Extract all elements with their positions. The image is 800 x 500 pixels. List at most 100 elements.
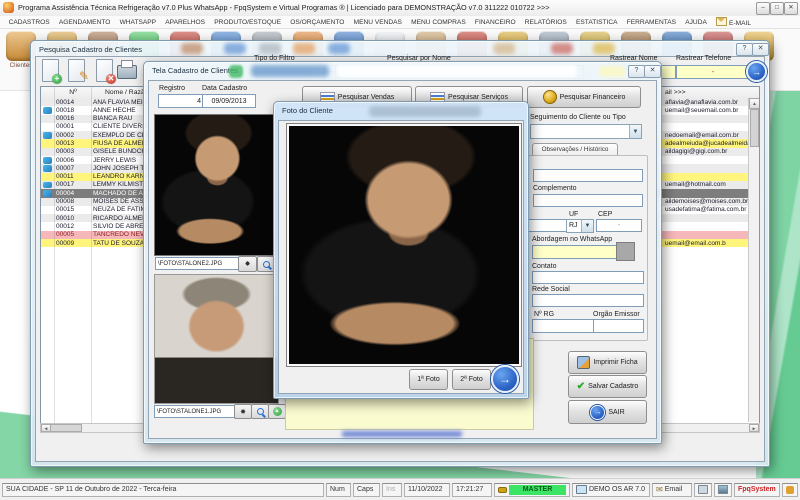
rg-input[interactable]	[532, 319, 596, 333]
window-help-button[interactable]: ?	[736, 43, 753, 56]
magnifier-icon	[257, 408, 264, 415]
maximize-button[interactable]: □	[770, 2, 784, 15]
print-list-icon[interactable]	[117, 65, 137, 79]
go-search-button[interactable]: →	[746, 61, 767, 82]
menu-item[interactable]: MENU VENDAS	[349, 19, 407, 26]
abordagem-input[interactable]	[532, 245, 620, 259]
status-printer[interactable]	[694, 483, 712, 497]
registro-input[interactable]: 4	[158, 94, 204, 108]
uf-value: RJ	[569, 222, 578, 229]
address-input[interactable]	[533, 169, 643, 182]
delete-record-icon[interactable]: ✕	[96, 59, 113, 82]
status-caps: Caps	[353, 483, 380, 497]
menu-item[interactable]: APARELHOS	[161, 19, 210, 26]
client-photo-thumb-2	[154, 274, 279, 404]
track-phone-label: Rastrear Telefone	[676, 55, 731, 63]
cell-num: 00010	[56, 215, 90, 223]
window-help-button[interactable]: ?	[628, 65, 645, 78]
status-email[interactable]: ✉ Email	[652, 483, 692, 497]
glass-ghost	[593, 43, 615, 54]
seguimento-combobox[interactable]: ▼	[530, 124, 642, 139]
menu-item[interactable]: FINANCEIRO	[470, 19, 520, 26]
glass-ghost	[259, 43, 281, 54]
rg-label: Nº RG	[534, 311, 554, 319]
photo-exit-button[interactable]: →	[491, 365, 519, 393]
menu-item[interactable]: OS/ORÇAMENTO	[286, 19, 349, 26]
cell-email: aildemoises@moises.com.br	[665, 198, 749, 206]
window-close-button[interactable]: ✕	[752, 43, 769, 56]
coin-icon	[543, 90, 557, 104]
menu-item[interactable]: AJUDA	[681, 19, 712, 26]
close-button[interactable]: ✕	[784, 2, 798, 15]
menu-item[interactable]: E-MAIL	[711, 17, 755, 27]
chevron-down-icon: ▼	[629, 125, 641, 138]
status-network[interactable]	[714, 483, 732, 497]
menu-item[interactable]: FERRAMENTAS	[622, 19, 681, 26]
cell-num: 00002	[56, 132, 90, 140]
column-header-email: ail >>>	[665, 89, 686, 96]
data-cadastro-input[interactable]: 09/09/2013	[202, 94, 256, 108]
menu-item[interactable]: RELATÓRIOS	[520, 19, 571, 26]
search-window-title: Pesquisa Cadastro de Clientes	[39, 45, 142, 54]
track-phone-input[interactable]: -	[676, 65, 750, 79]
menu-item[interactable]: PRODUTO/ESTOQUE	[210, 19, 286, 26]
minimize-button[interactable]: –	[756, 2, 770, 15]
complemento-input[interactable]	[533, 194, 643, 207]
add-record-icon[interactable]: +	[42, 59, 59, 82]
vertical-scrollbar[interactable]: ▲	[748, 98, 759, 422]
uf-combobox[interactable]: RJ ▼	[566, 219, 594, 233]
imprimir-ficha-button[interactable]: Imprimir Ficha	[568, 351, 647, 374]
rede-social-input[interactable]	[532, 294, 644, 307]
webcam-button[interactable]: ✸	[238, 256, 257, 272]
zoom-photo2-button[interactable]	[251, 404, 269, 419]
photo2-path-field[interactable]: \FOTO\STALONE1.JPG	[154, 405, 238, 418]
email-icon	[716, 17, 727, 26]
glass-ghost	[293, 43, 315, 54]
glass-ghost	[493, 43, 515, 54]
whatsapp-contact-icon	[43, 165, 52, 172]
status-brand: FpqSystem	[734, 483, 780, 497]
cell-num: 00006	[56, 157, 90, 165]
upload-photo-button[interactable]: ▲	[268, 404, 286, 419]
status-user: MASTER	[494, 483, 570, 497]
scroll-up-icon[interactable]: ▲	[749, 98, 760, 109]
plus-badge: +	[52, 74, 62, 84]
scrollbar-thumb[interactable]	[750, 109, 759, 147]
photo1-button[interactable]: 1ª Foto	[409, 369, 448, 390]
edit-record-icon[interactable]: ✎	[68, 59, 85, 82]
glass-ghost	[181, 43, 203, 54]
webcam-button-2[interactable]: ✸	[234, 404, 252, 419]
menu-item[interactable]: AGENDAMENTO	[54, 19, 115, 26]
cep-input[interactable]: -	[596, 219, 642, 232]
cell-email: uemail@hotmail.com	[665, 181, 749, 189]
scroll-right-icon[interactable]: ►	[749, 424, 759, 432]
pesquisar-financeiro-button[interactable]: Pesquisar Financeiro	[527, 86, 641, 108]
photo-window-body: 1ª Foto 2ª Foto →	[278, 120, 524, 394]
abordagem-picker-button[interactable]	[616, 242, 635, 261]
magnifier-icon	[263, 261, 270, 268]
photo1-path-field[interactable]: \FOTO\STALONE2.JPG	[155, 257, 241, 270]
x-badge: ✕	[106, 74, 116, 84]
uf-label: UF	[569, 211, 578, 219]
status-date: 11/10/2022	[404, 483, 450, 497]
salvar-cadastro-button[interactable]: ✔Salvar Cadastro	[568, 375, 647, 398]
whatsapp-contact-icon	[43, 182, 52, 189]
window-close-button[interactable]: ✕	[644, 65, 661, 78]
cell-num: 00011	[56, 173, 90, 181]
menu-item[interactable]: ESTATISTICA	[571, 19, 622, 26]
menu-item[interactable]: WHATSAPP	[115, 19, 161, 26]
cell-num: 00015	[56, 206, 90, 214]
scrollbar-thumb[interactable]	[50, 424, 82, 432]
cell-email: nedoemail@email.com.br	[665, 132, 749, 140]
menu-item[interactable]: CADASTROS	[4, 19, 54, 26]
cell-num: 00013	[56, 140, 90, 148]
orgao-emissor-input[interactable]	[593, 319, 644, 333]
contato-input[interactable]	[532, 271, 644, 284]
sair-button[interactable]: →SAIR	[568, 400, 647, 424]
cell-num: 00007	[56, 165, 90, 173]
photo2-button[interactable]: 2ª Foto	[452, 369, 491, 390]
webcam-icon: ✸	[240, 408, 246, 416]
status-location: SUA CIDADE - SP 11 de Outubro de 2022 - …	[2, 483, 324, 497]
photo-window-title: Foto do Cliente	[282, 106, 333, 115]
menu-item[interactable]: MENU COMPRAS	[407, 19, 471, 26]
